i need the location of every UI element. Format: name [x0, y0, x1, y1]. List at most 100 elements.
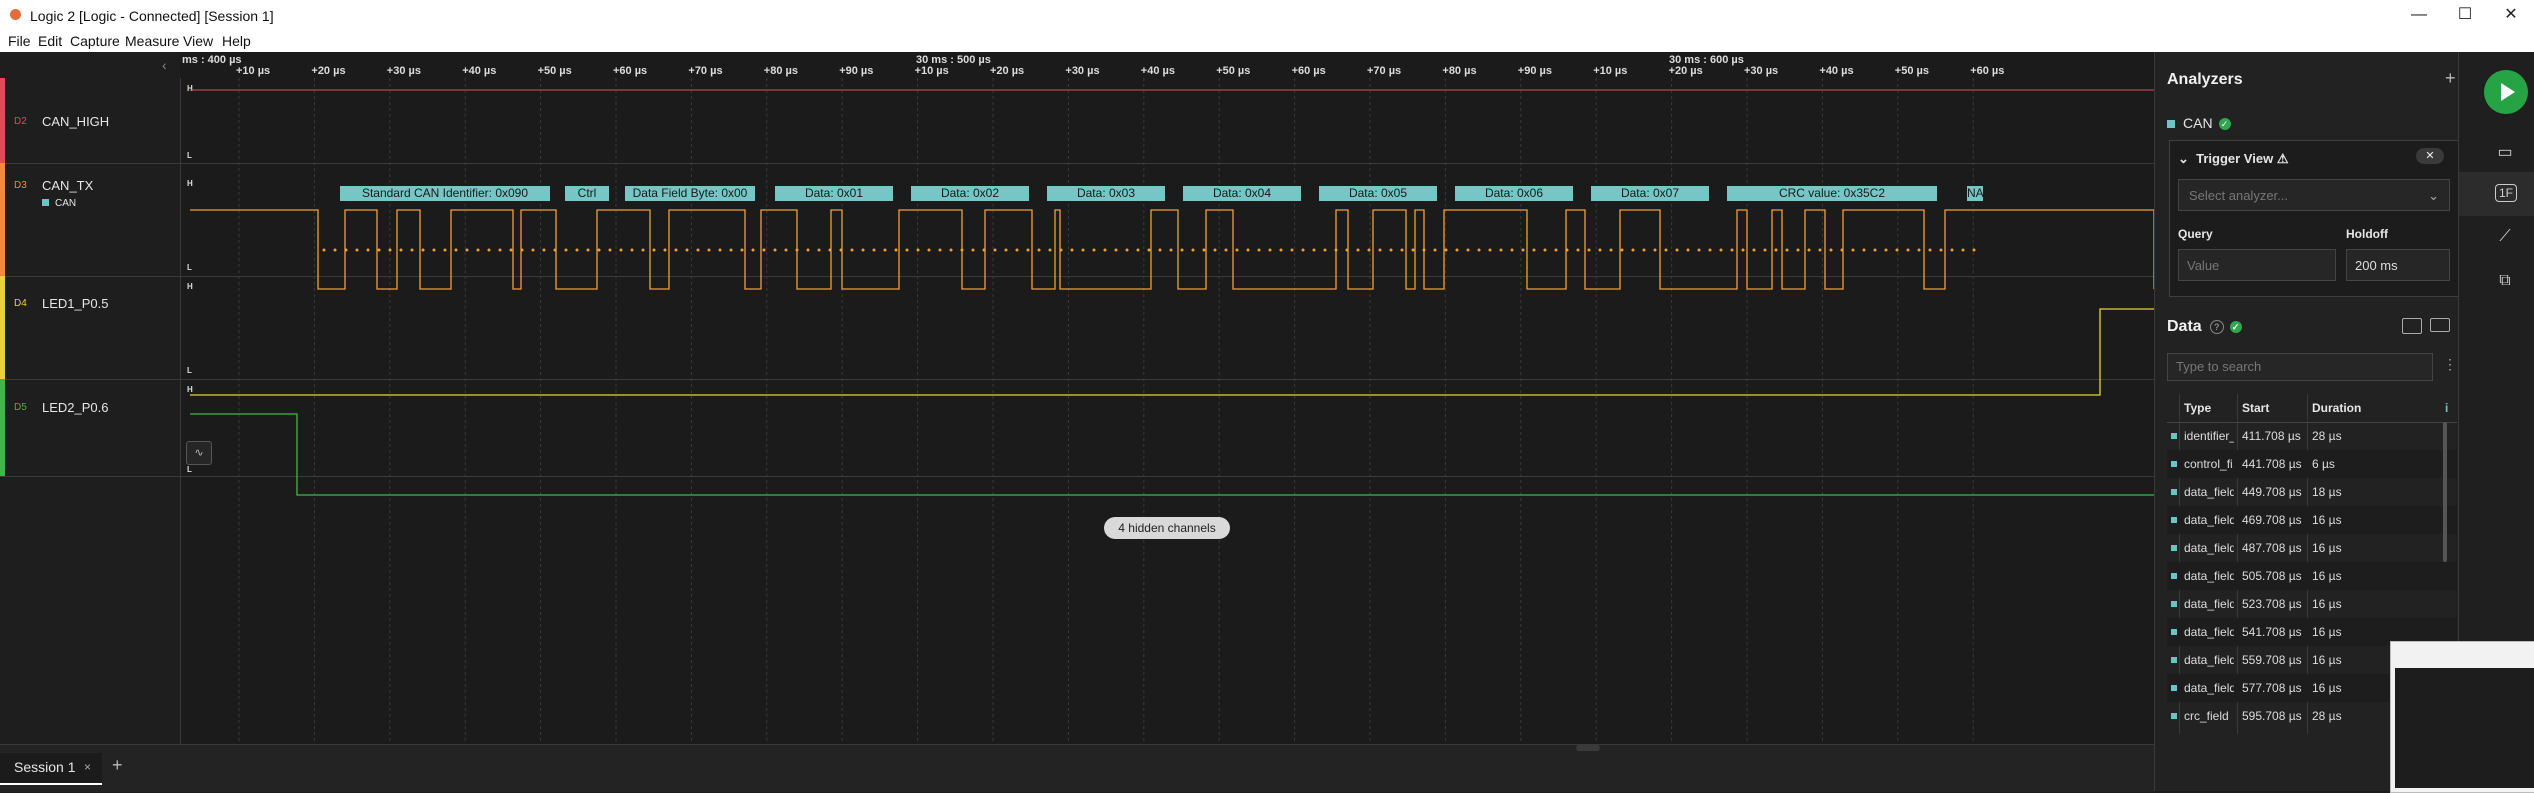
column-info-icon[interactable]: i — [2445, 401, 2448, 415]
table-row[interactable]: control_fi... 441.708 µs 6 µs — [2167, 450, 2457, 478]
table-scrollbar[interactable] — [2443, 422, 2447, 562]
time-ruler[interactable]: ms : 400 µs 30 ms : 500 µs 30 ms : 600 µ… — [180, 52, 2154, 78]
channel-number: D3 — [14, 180, 27, 191]
can-frame-label[interactable]: CRC value: 0x35C2 — [1727, 186, 1937, 201]
table-row[interactable]: data_field 523.708 µs 16 µs — [2167, 590, 2457, 618]
analyzer-color-swatch — [42, 199, 49, 206]
ruler-tick-label: +90 µs — [839, 65, 874, 77]
row-color-swatch — [2171, 573, 2177, 579]
menu-file[interactable]: File — [8, 33, 31, 49]
can-frame-label[interactable]: Data Field Byte: 0x00 — [625, 186, 755, 201]
cell-duration: 16 µs — [2312, 681, 2342, 695]
table-row[interactable]: data_field 469.708 µs 16 µs — [2167, 506, 2457, 534]
ruler-tick-label: +70 µs — [688, 65, 723, 77]
hidden-channels-button[interactable]: 4 hidden channels — [1104, 517, 1230, 539]
column-header-type[interactable]: Type — [2184, 401, 2211, 415]
menu-bar: File Edit Capture Measure View Help — [0, 30, 2534, 53]
tab-session-1[interactable]: Session 1 × — [0, 753, 102, 785]
horizontal-scrollbar[interactable] — [1576, 745, 1600, 751]
more-options-icon[interactable]: ⋮ — [2443, 356, 2457, 373]
data-search-input[interactable]: Type to search — [2167, 353, 2433, 381]
channel-name[interactable]: CAN_HIGH — [42, 114, 109, 129]
extensions-icon[interactable]: ⧉ — [2493, 272, 2517, 292]
cell-duration: 16 µs — [2312, 653, 2342, 667]
window-thumbnail-preview[interactable] — [2390, 641, 2534, 793]
close-window-button[interactable]: ✕ — [2488, 2, 2534, 28]
menu-edit[interactable]: Edit — [38, 33, 62, 49]
device-settings-icon[interactable]: ▭ — [2493, 142, 2517, 162]
table-row[interactable]: data_field 487.708 µs 16 µs — [2167, 534, 2457, 562]
channel-name[interactable]: LED2_P0.6 — [42, 400, 109, 415]
menu-measure[interactable]: Measure — [125, 33, 179, 49]
add-tab-button[interactable]: + — [112, 755, 123, 776]
query-input[interactable]: Value — [2178, 249, 2336, 281]
can-frame-label[interactable]: Data: 0x02 — [911, 186, 1029, 201]
measure-ruler-icon[interactable]: ⟋ — [2493, 228, 2517, 248]
can-frame-label[interactable]: Data: 0x05 — [1319, 186, 1437, 201]
table-row[interactable]: data_field 505.708 µs 16 µs — [2167, 562, 2457, 590]
can-frame-label[interactable]: Data: 0x07 — [1591, 186, 1709, 201]
trigger-view-label: Trigger View — [2196, 151, 2274, 166]
channel-color-bar — [0, 276, 5, 379]
can-frame-label[interactable]: NA — [1967, 186, 1983, 201]
add-analyzer-button[interactable]: + — [2445, 68, 2456, 89]
ruler-tick-label: +80 µs — [1442, 65, 1477, 77]
menu-view[interactable]: View — [183, 33, 213, 49]
channel-row-can-high[interactable]: D2 CAN_HIGH H L — [0, 78, 2154, 164]
waveform-area[interactable]: ‹ ms : 400 µs 30 ms : 500 µs 30 ms : 600… — [0, 52, 2154, 744]
close-tab-icon[interactable]: × — [84, 760, 91, 774]
trigger-close-button[interactable]: ✕ — [2416, 148, 2444, 164]
channel-name[interactable]: CAN_TX — [42, 178, 93, 193]
channel-row-led1[interactable]: D4 LED1_P0.5 H L — [0, 276, 2154, 380]
menu-help[interactable]: Help — [222, 33, 251, 49]
cell-type: data_field — [2184, 625, 2234, 639]
column-header-duration[interactable]: Duration — [2312, 401, 2361, 415]
trigger-view-title[interactable]: ⌄ Trigger View ⚠ — [2178, 151, 2288, 167]
channel-row-led2[interactable]: D5 LED2_P0.6 H L — [0, 379, 2154, 477]
cell-duration: 18 µs — [2312, 485, 2342, 499]
analyzer-item-can[interactable]: CAN ✓ — [2167, 115, 2231, 131]
holdoff-input[interactable]: 200 ms — [2346, 249, 2450, 281]
cell-start: 411.708 µs — [2242, 429, 2301, 443]
row-color-swatch — [2171, 713, 2177, 719]
maximize-button[interactable]: ☐ — [2442, 2, 2488, 28]
can-frame-label[interactable]: Data: 0x06 — [1455, 186, 1573, 201]
channel-name[interactable]: LED1_P0.5 — [42, 296, 109, 311]
table-row[interactable]: data_field 449.708 µs 18 µs — [2167, 478, 2457, 506]
can-frame-label[interactable]: Data: 0x01 — [775, 186, 893, 201]
channel-number: D5 — [14, 402, 27, 413]
cell-start: 449.708 µs — [2242, 485, 2302, 499]
can-frame-label[interactable]: Data: 0x04 — [1183, 186, 1301, 201]
cell-start: 559.708 µs — [2242, 653, 2302, 667]
ruler-tick-label: +50 µs — [537, 65, 572, 77]
high-marker: H — [187, 84, 193, 93]
measure-waveform-button[interactable]: ∿ — [186, 441, 212, 465]
can-frame-label[interactable]: Standard CAN Identifier: 0x090 — [340, 186, 550, 201]
terminal-view-icon[interactable] — [2430, 318, 2450, 332]
collapse-sidebar-icon[interactable]: ‹ — [162, 57, 167, 73]
help-icon[interactable]: ? — [2209, 320, 2224, 334]
can-frame-label[interactable]: Data: 0x03 — [1047, 186, 1165, 201]
window-title: Logic 2 [Logic - Connected] [Session 1] — [30, 8, 274, 24]
row-color-swatch — [2171, 461, 2177, 467]
channel-row-can-tx[interactable]: D3 CAN_TX CAN H L — [0, 163, 2154, 277]
cell-start: 487.708 µs — [2242, 541, 2302, 555]
menu-capture[interactable]: Capture — [70, 33, 120, 49]
low-marker: L — [187, 151, 192, 160]
cell-start: 595.708 µs — [2242, 709, 2302, 723]
high-marker: H — [187, 282, 193, 291]
analyzer-select[interactable]: Select analyzer... ⌄ — [2178, 179, 2450, 211]
ruler-tick-label: +60 µs — [1970, 65, 2005, 77]
table-view-icon[interactable] — [2402, 318, 2422, 334]
cell-start: 505.708 µs — [2242, 569, 2302, 583]
minimize-button[interactable]: — — [2396, 2, 2442, 28]
analyzers-icon[interactable]: 1F — [2495, 184, 2517, 202]
start-capture-button[interactable] — [2484, 70, 2528, 114]
can-frame-label[interactable]: Ctrl — [565, 186, 609, 201]
table-row[interactable]: identifier_... 411.708 µs 28 µs — [2167, 422, 2457, 450]
check-icon: ✓ — [2218, 118, 2231, 130]
query-label: Query — [2178, 227, 2213, 241]
column-header-start[interactable]: Start — [2242, 401, 2269, 415]
ruler-tick-label: +20 µs — [1668, 65, 1703, 77]
ruler-tick-label: +70 µs — [1367, 65, 1402, 77]
